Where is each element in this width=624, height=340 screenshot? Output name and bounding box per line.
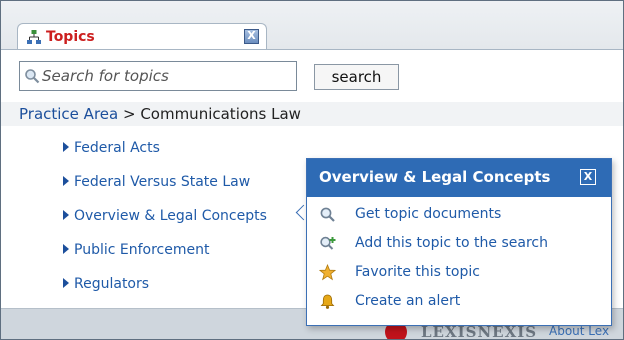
breadcrumb-bar: Practice Area > Communications Law: [1, 102, 623, 126]
magnifier-add-icon: [320, 236, 336, 250]
search-input[interactable]: [42, 65, 292, 87]
tab-strip: Topics X: [1, 1, 623, 50]
bell-icon: [320, 294, 335, 309]
topic-item-federal-acts[interactable]: Federal Acts: [63, 140, 160, 160]
topic-tree-icon: [27, 30, 41, 44]
popup-title: Overview & Legal Concepts: [319, 168, 551, 186]
action-label: Create an alert: [355, 293, 461, 309]
topic-item-overview-legal-concepts[interactable]: Overview & Legal Concepts: [63, 208, 267, 228]
topic-label: Federal Acts: [74, 140, 160, 156]
popup-header: Overview & Legal Concepts X: [307, 159, 611, 197]
breadcrumb-separator: >: [118, 105, 141, 123]
close-popup-button[interactable]: X: [580, 169, 596, 185]
search-icon: [25, 69, 40, 84]
topic-label: Regulators: [74, 276, 150, 292]
tab-title: Topics: [46, 29, 95, 45]
topic-item-federal-versus-state-law[interactable]: Federal Versus State Law: [63, 174, 250, 194]
star-icon: [319, 264, 336, 281]
magnifier-icon: [320, 207, 335, 222]
add-topic-to-search-action[interactable]: Add this topic to the search: [315, 233, 605, 255]
topic-label: Public Enforcement: [74, 242, 210, 258]
close-tab-button[interactable]: X: [244, 29, 259, 44]
expand-arrow-icon: [63, 142, 69, 152]
expand-arrow-icon: [63, 278, 69, 288]
favorite-topic-action[interactable]: Favorite this topic: [315, 262, 605, 284]
action-label: Favorite this topic: [355, 264, 480, 280]
expand-arrow-icon: [63, 244, 69, 254]
topics-widget: Topics X search Practice Area > Communic…: [0, 0, 624, 340]
get-topic-documents-action[interactable]: Get topic documents: [315, 204, 605, 226]
expand-arrow-icon: [63, 176, 69, 186]
topic-item-public-enforcement[interactable]: Public Enforcement: [63, 242, 209, 262]
topic-label: Federal Versus State Law: [74, 174, 251, 190]
topic-actions-popup: Overview & Legal Concepts X Get topic do…: [306, 158, 612, 326]
search-button[interactable]: search: [314, 64, 399, 90]
expand-arrow-icon: [63, 210, 69, 220]
create-alert-action[interactable]: Create an alert: [315, 291, 605, 313]
topic-label: Overview & Legal Concepts: [74, 208, 267, 224]
topic-item-regulators[interactable]: Regulators: [63, 276, 149, 296]
breadcrumb-link-practice-area[interactable]: Practice Area: [19, 105, 118, 123]
topics-tab[interactable]: Topics X: [17, 23, 267, 50]
footer-about-link[interactable]: About Lex: [549, 324, 609, 338]
action-label: Get topic documents: [355, 206, 502, 222]
action-label: Add this topic to the search: [355, 235, 548, 251]
breadcrumb-current: Communications Law: [140, 105, 301, 123]
search-field[interactable]: [19, 61, 297, 91]
breadcrumb: Practice Area > Communications Law: [19, 105, 301, 123]
